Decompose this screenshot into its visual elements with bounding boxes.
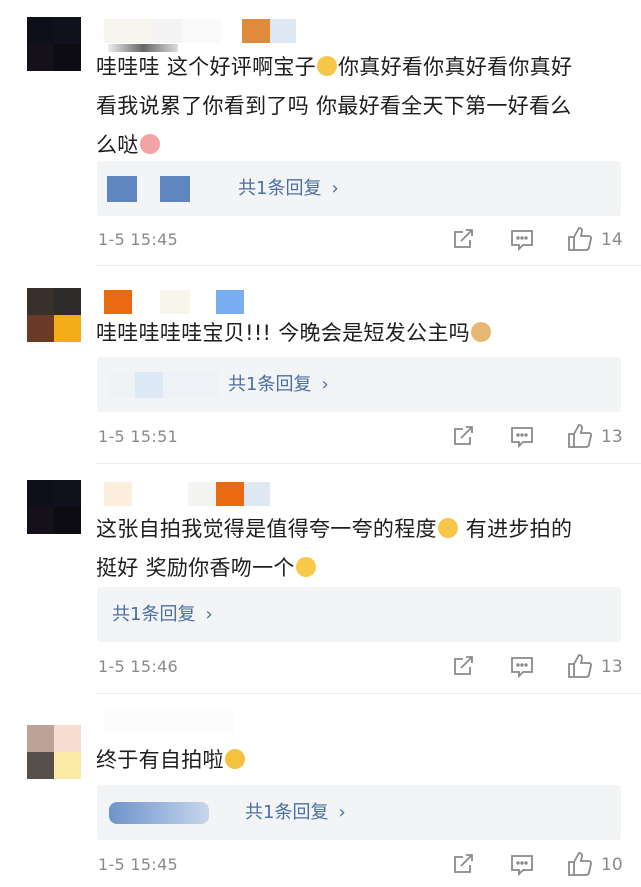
reply-box[interactable]: 共1条回复 › <box>97 357 621 412</box>
comment-icon[interactable] <box>510 229 534 251</box>
pig-emoji-icon <box>139 134 160 154</box>
thumbs-up-icon[interactable] <box>567 423 593 449</box>
reply-avatar-blur <box>109 802 209 824</box>
username[interactable] <box>104 476 270 506</box>
timestamp: 1-5 15:45 <box>98 855 179 874</box>
scream-emoji-icon <box>224 749 245 769</box>
smile-emoji-icon <box>295 557 316 577</box>
divider <box>96 265 641 266</box>
comment-text: 终于有自拍啦 <box>96 741 631 780</box>
chevron-right-icon: › <box>338 802 346 823</box>
comment-item: 哇哇哇 这个好评啊宝子 你真好看你真好看你真好 看我说累了你看到了吗 你最好看全天… <box>0 0 641 266</box>
avatar[interactable] <box>27 288 81 342</box>
like-count: 14 <box>601 230 623 250</box>
timestamp: 1-5 15:45 <box>98 230 179 249</box>
share-icon[interactable] <box>452 655 474 677</box>
comment-text: 哇哇哇哇哇宝贝!!! 今晚会是短发公主吗 <box>96 314 631 353</box>
reply-avatar-blur <box>163 372 219 398</box>
view-replies-link[interactable]: 共1条回复 › <box>238 161 339 216</box>
thumbs-up-icon[interactable] <box>567 851 593 877</box>
reply-box[interactable]: 共1条回复 › <box>97 587 621 642</box>
chevron-right-icon: › <box>205 604 213 625</box>
comment-icon[interactable] <box>510 656 534 678</box>
reply-avatar-blur <box>160 176 190 202</box>
like-count: 10 <box>601 855 623 875</box>
reply-box[interactable]: 共1条回复 › <box>97 161 621 216</box>
view-replies-link[interactable]: 共1条回复 › <box>228 357 329 412</box>
avatar[interactable] <box>27 725 81 779</box>
like-count: 13 <box>601 657 623 677</box>
share-icon[interactable] <box>452 228 474 250</box>
cat-emoji-icon <box>470 322 491 342</box>
username[interactable] <box>104 284 244 314</box>
view-replies-link[interactable]: 共1条回复 › <box>245 785 346 840</box>
view-replies-link[interactable]: 共1条回复 › <box>112 587 213 642</box>
chevron-right-icon: › <box>331 178 339 199</box>
timestamp: 1-5 15:51 <box>98 427 179 446</box>
reply-avatar-blur <box>135 372 163 398</box>
avatar[interactable] <box>27 17 81 71</box>
avatar[interactable] <box>27 480 81 534</box>
comment-text: 这张自拍我觉得是值得夸一夸的程度 有进步拍的 挺好 奖励你香吻一个 <box>96 517 573 580</box>
reply-box[interactable]: 共1条回复 › <box>97 785 621 840</box>
like-count: 13 <box>601 427 623 447</box>
thumbs-up-icon[interactable] <box>567 226 593 252</box>
username[interactable] <box>104 13 296 43</box>
comment-text: 哇哇哇 这个好评啊宝子 你真好看你真好看你真好 看我说累了你看到了吗 你最好看全天… <box>96 55 573 157</box>
reply-avatar-blur <box>107 176 137 202</box>
share-icon[interactable] <box>452 425 474 447</box>
timestamp: 1-5 15:46 <box>98 657 179 676</box>
hug-emoji-icon <box>437 518 458 538</box>
username[interactable] <box>104 704 234 734</box>
hug-emoji-icon <box>316 56 337 76</box>
divider <box>96 693 641 694</box>
comment-icon[interactable] <box>510 854 534 876</box>
reply-avatar-blur <box>109 372 135 398</box>
thumbs-up-icon[interactable] <box>567 653 593 679</box>
comment-icon[interactable] <box>510 426 534 448</box>
share-icon[interactable] <box>452 853 474 875</box>
divider <box>96 463 641 464</box>
chevron-right-icon: › <box>321 374 329 395</box>
